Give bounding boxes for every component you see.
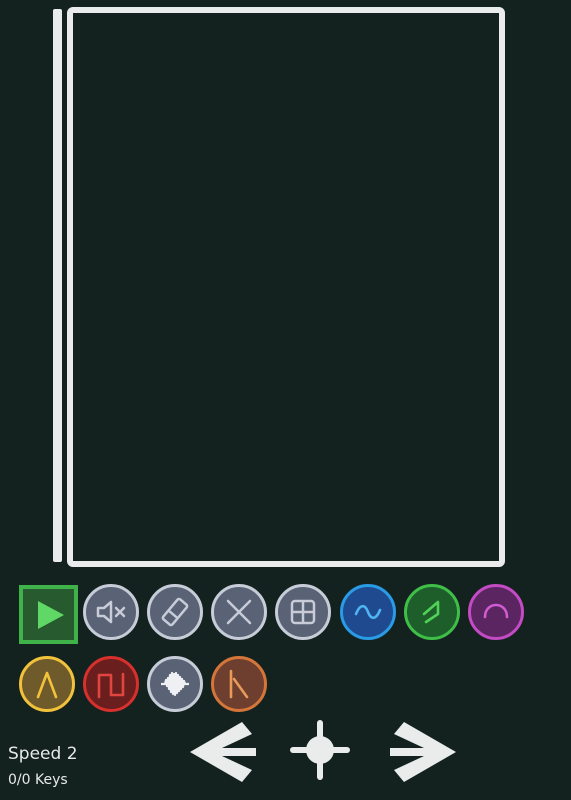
noise-icon — [161, 671, 189, 697]
mute-tool[interactable] — [83, 584, 139, 640]
note-editor-canvas[interactable] — [67, 7, 505, 567]
triangle-wave-tool[interactable] — [19, 656, 75, 712]
arrow-left-icon — [190, 722, 256, 782]
sine-wave-tool[interactable] — [340, 584, 396, 640]
previous-arrow-button[interactable] — [190, 718, 260, 786]
play-icon — [37, 600, 64, 629]
keys-count: 0/0 Keys — [8, 772, 68, 788]
drum-stick-icon — [229, 669, 249, 699]
next-arrow-button[interactable] — [386, 718, 456, 786]
noise-tool[interactable] — [147, 656, 203, 712]
eraser-tool[interactable] — [147, 584, 203, 640]
grid-icon — [290, 599, 316, 625]
square-wave-tool[interactable] — [83, 656, 139, 712]
play-button[interactable] — [19, 585, 78, 644]
crosshair-icon — [290, 720, 350, 780]
sawtooth-wave-icon — [422, 600, 440, 624]
sawtooth-wave-tool[interactable] — [404, 584, 460, 640]
square-wave-icon — [97, 672, 125, 699]
eraser-icon — [161, 597, 189, 627]
triangle-wave-icon — [36, 671, 58, 699]
arrow-right-icon — [390, 722, 456, 782]
speaker-mute-icon — [96, 600, 126, 624]
x-icon — [226, 599, 252, 625]
grid-tool[interactable] — [275, 584, 331, 640]
arc-wave-tool[interactable] — [468, 584, 524, 640]
delete-tool[interactable] — [211, 584, 267, 640]
center-crosshair-button[interactable] — [288, 718, 352, 782]
arc-icon — [483, 603, 509, 619]
drum-tool[interactable] — [211, 656, 267, 712]
sine-wave-icon — [354, 604, 382, 620]
speed-label: Speed 2 — [8, 744, 78, 764]
track-scrollbar[interactable] — [53, 9, 62, 562]
